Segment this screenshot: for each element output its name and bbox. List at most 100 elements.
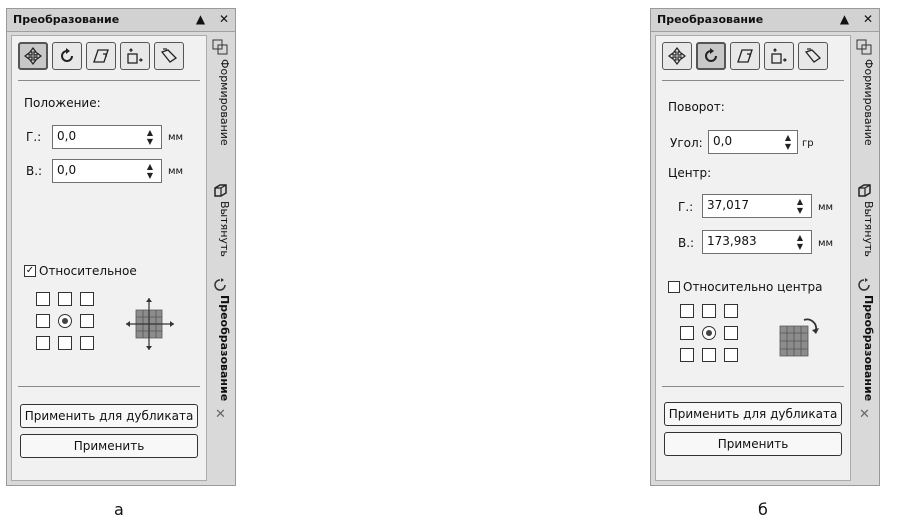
apply-button[interactable]: Применить bbox=[20, 434, 198, 458]
tab-shaping[interactable]: Формирование bbox=[211, 59, 231, 146]
rotate-button[interactable] bbox=[52, 42, 82, 70]
tab-extrude[interactable]: Вытянуть bbox=[211, 201, 231, 257]
relative-checkbox[interactable]: ✓ bbox=[24, 265, 36, 277]
separator bbox=[662, 386, 844, 387]
anchor-bottom-right[interactable] bbox=[80, 336, 94, 350]
center-v-spinner[interactable]: ▲ ▼ bbox=[793, 233, 807, 251]
anchor-center[interactable] bbox=[58, 314, 72, 328]
anchor-top-right[interactable] bbox=[724, 304, 738, 318]
v-position-field[interactable]: 0,0 ▲ ▼ bbox=[52, 159, 162, 183]
anchor-bottom-right[interactable] bbox=[724, 348, 738, 362]
anchor-middle-right[interactable] bbox=[724, 326, 738, 340]
transform-icon bbox=[858, 278, 870, 291]
anchor-middle-right[interactable] bbox=[80, 314, 94, 328]
v-unit: мм bbox=[168, 166, 184, 177]
position-icon bbox=[668, 47, 686, 65]
anchor-top-right[interactable] bbox=[80, 292, 94, 306]
docker-content: Поворот: Угол: 0,0 ▲ ▼ гр Центр: Г.: 37,0… bbox=[655, 35, 851, 481]
anchor-top-center[interactable] bbox=[58, 292, 72, 306]
relative-center-checkbox[interactable] bbox=[668, 281, 680, 293]
docker-content: Положение: Г.: 0,0 ▲ ▼ мм В.: 0,0 ▲ ▼ мм ✓… bbox=[11, 35, 207, 481]
anchor-bottom-center[interactable] bbox=[702, 348, 716, 362]
center-h-spinner[interactable]: ▲ ▼ bbox=[793, 197, 807, 215]
docker-tabs: Формирование Вытянуть Преобразование ✕ bbox=[208, 35, 234, 481]
tab-extrude[interactable]: Вытянуть bbox=[855, 201, 875, 257]
mirror-button[interactable] bbox=[730, 42, 760, 70]
center-h-value: 37,017 bbox=[707, 198, 749, 212]
v-label: В.: bbox=[678, 236, 695, 250]
tab-close-icon[interactable]: ✕ bbox=[859, 407, 870, 422]
caption-a: а bbox=[114, 500, 124, 519]
docker-titlebar[interactable]: Преобразование ▲ ✕ bbox=[651, 9, 879, 32]
rotate-button[interactable] bbox=[696, 42, 726, 70]
v-spinner[interactable]: ▲ ▼ bbox=[143, 162, 157, 180]
tab-close-icon[interactable]: ✕ bbox=[215, 407, 226, 422]
mirror-button[interactable] bbox=[86, 42, 116, 70]
collapse-icon[interactable]: ▲ bbox=[196, 12, 205, 26]
separator bbox=[662, 80, 844, 81]
apply-to-duplicate-button[interactable]: Применить для дубликата bbox=[664, 402, 842, 426]
docker-titlebar[interactable]: Преобразование ▲ ✕ bbox=[7, 9, 235, 32]
center-v-field[interactable]: 173,983 ▲ ▼ bbox=[702, 230, 812, 254]
anchor-bottom-left[interactable] bbox=[680, 348, 694, 362]
separator bbox=[18, 80, 200, 81]
anchor-middle-left[interactable] bbox=[680, 326, 694, 340]
tab-transform[interactable]: Преобразование bbox=[855, 295, 875, 401]
anchor-top-center[interactable] bbox=[702, 304, 716, 318]
tab-shaping[interactable]: Формирование bbox=[855, 59, 875, 146]
position-preview-icon bbox=[126, 298, 174, 350]
angle-spinner[interactable]: ▲ ▼ bbox=[781, 133, 795, 151]
center-h-field[interactable]: 37,017 ▲ ▼ bbox=[702, 194, 812, 218]
skew-icon bbox=[160, 48, 178, 63]
anchor-center[interactable] bbox=[702, 326, 716, 340]
position-section-label: Положение: bbox=[24, 96, 101, 110]
relative-label: Относительное bbox=[39, 264, 137, 278]
center-v-value: 173,983 bbox=[707, 234, 757, 248]
close-icon[interactable]: ✕ bbox=[219, 12, 229, 26]
relative-center-checkbox-row[interactable]: Относительно центра bbox=[668, 280, 823, 294]
docker-tabs: Формирование Вытянуть Преобразование ✕ bbox=[852, 35, 878, 481]
transform-docker-rotation: Преобразование ▲ ✕ Поворот: Угол: 0,0 ▲ … bbox=[650, 8, 880, 486]
anchor-bottom-left[interactable] bbox=[36, 336, 50, 350]
h-spinner[interactable]: ▲ ▼ bbox=[143, 128, 157, 146]
angle-field[interactable]: 0,0 ▲ ▼ bbox=[708, 130, 798, 154]
angle-value: 0,0 bbox=[713, 134, 733, 148]
anchor-bottom-center[interactable] bbox=[58, 336, 72, 350]
anchor-middle-left[interactable] bbox=[36, 314, 50, 328]
apply-button[interactable]: Применить bbox=[664, 432, 842, 456]
skew-button[interactable] bbox=[798, 42, 828, 70]
v-position-value: 0,0 bbox=[57, 163, 77, 177]
anchor-top-left[interactable] bbox=[36, 292, 50, 306]
h-position-value: 0,0 bbox=[57, 129, 77, 143]
size-button[interactable] bbox=[764, 42, 794, 70]
position-button[interactable] bbox=[662, 42, 692, 70]
extrude-icon bbox=[214, 184, 227, 197]
skew-button[interactable] bbox=[154, 42, 184, 70]
h-position-field[interactable]: 0,0 ▲ ▼ bbox=[52, 125, 162, 149]
docker-title: Преобразование bbox=[13, 13, 120, 26]
size-button[interactable] bbox=[120, 42, 150, 70]
center-h-unit: мм bbox=[818, 202, 834, 213]
separator bbox=[18, 386, 200, 387]
extrude-icon bbox=[858, 184, 871, 197]
mirror-icon bbox=[737, 49, 753, 63]
position-button[interactable] bbox=[18, 42, 48, 70]
size-icon bbox=[771, 48, 787, 64]
angle-label: Угол: bbox=[670, 136, 703, 150]
position-icon bbox=[24, 47, 42, 65]
mirror-icon bbox=[93, 49, 109, 63]
rotate-icon bbox=[61, 48, 73, 62]
center-section-label: Центр: bbox=[668, 166, 712, 180]
relative-checkbox-row[interactable]: ✓ Относительное bbox=[24, 264, 137, 278]
transform-icon bbox=[214, 278, 226, 291]
size-icon bbox=[127, 48, 143, 64]
collapse-icon[interactable]: ▲ bbox=[840, 12, 849, 26]
apply-to-duplicate-button[interactable]: Применить для дубликата bbox=[20, 404, 198, 428]
anchor-top-left[interactable] bbox=[680, 304, 694, 318]
center-v-unit: мм bbox=[818, 238, 834, 249]
h-label: Г.: bbox=[678, 200, 694, 214]
shaping-icon bbox=[212, 39, 228, 55]
caption-b: б bbox=[758, 500, 768, 519]
close-icon[interactable]: ✕ bbox=[863, 12, 873, 26]
tab-transform[interactable]: Преобразование bbox=[211, 295, 231, 401]
